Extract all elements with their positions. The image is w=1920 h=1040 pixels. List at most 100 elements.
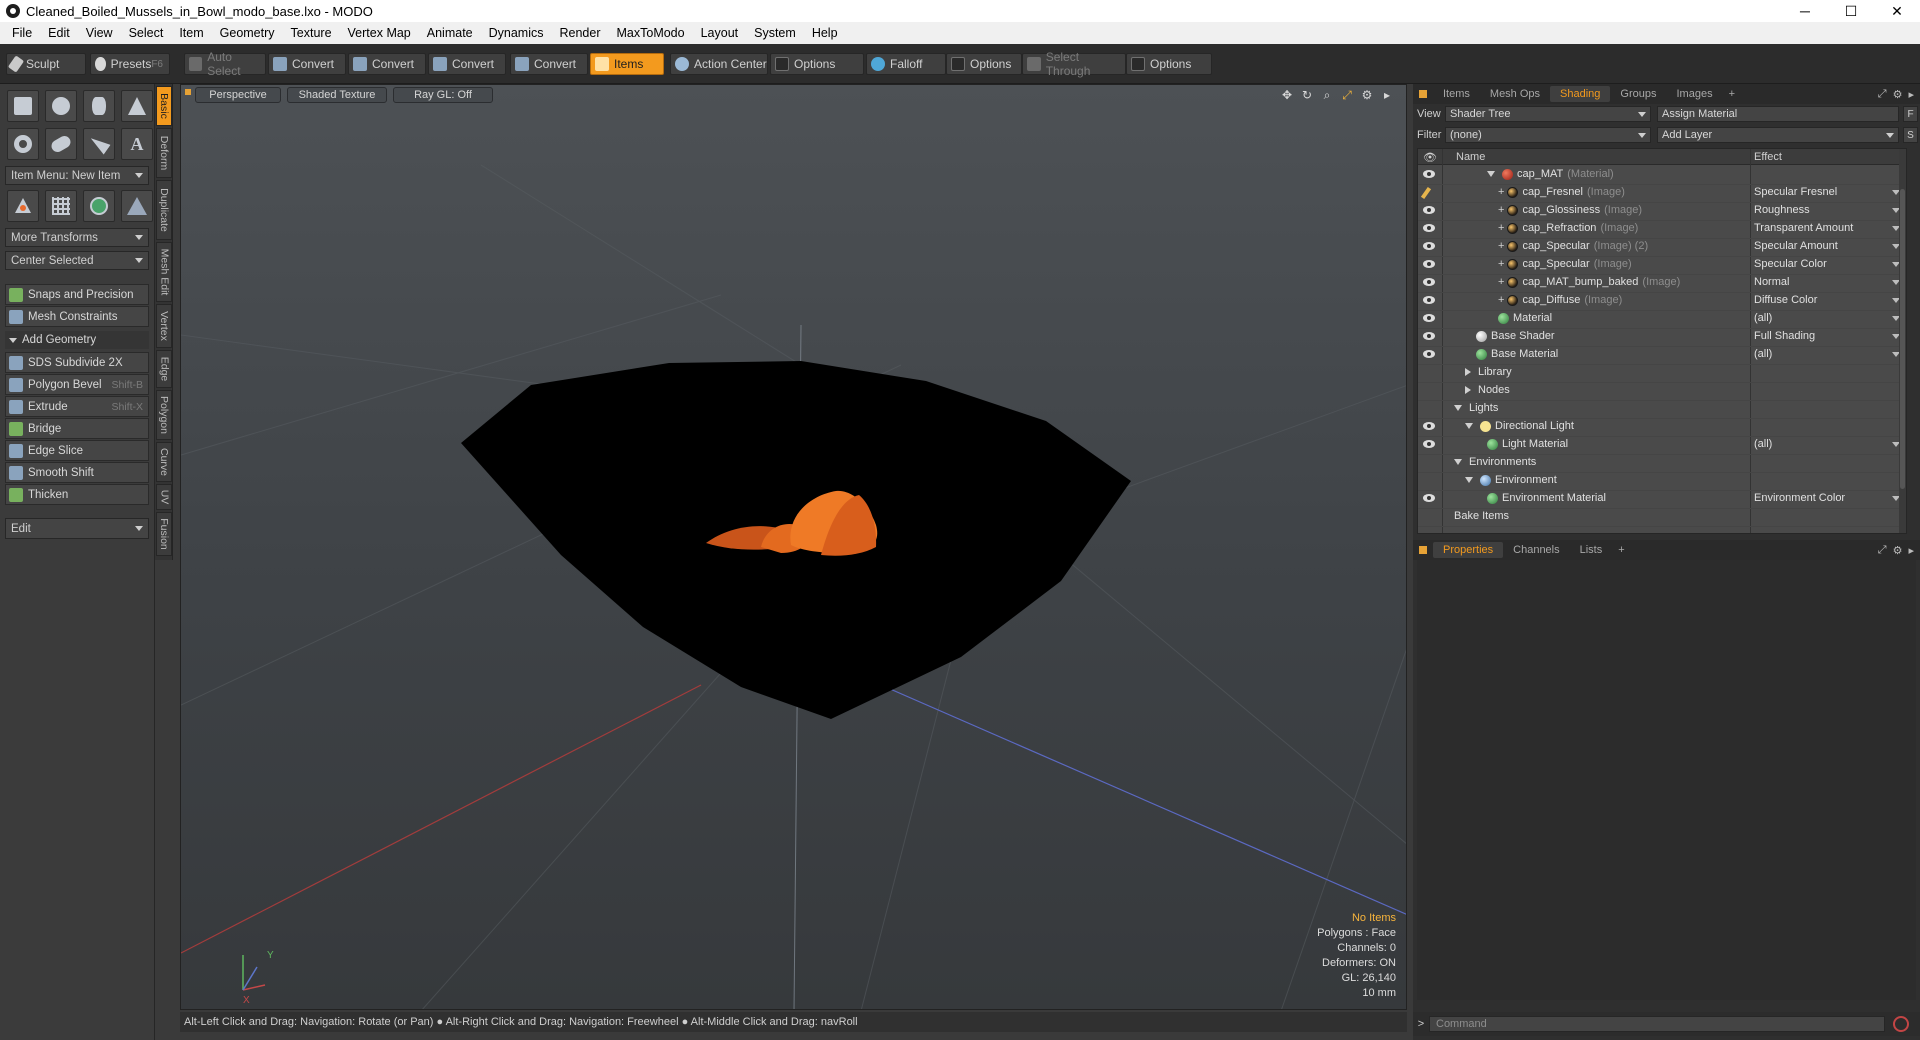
- panel-expand-icon[interactable]: ▸: [1908, 544, 1914, 557]
- menu-select[interactable]: Select: [121, 26, 172, 40]
- torus-tool[interactable]: [7, 128, 39, 160]
- eye-icon[interactable]: [1423, 440, 1435, 448]
- menu-system[interactable]: System: [746, 26, 804, 40]
- expand-arrow-icon[interactable]: ▸: [1380, 88, 1394, 102]
- f-button[interactable]: F: [1903, 106, 1918, 122]
- eye-icon[interactable]: [1423, 314, 1435, 322]
- raygl-button[interactable]: Ray GL: Off: [393, 87, 493, 103]
- effect-dropdown[interactable]: Specular Amount: [1754, 240, 1904, 252]
- maximize-button[interactable]: ☐: [1828, 0, 1874, 22]
- shader-tree-row[interactable]: Material (all): [1418, 310, 1906, 328]
- grid-tool[interactable]: [45, 190, 77, 222]
- tab-basic[interactable]: Basic: [156, 86, 172, 126]
- expand-plus-icon[interactable]: +: [1498, 294, 1504, 306]
- expand-plus-icon[interactable]: +: [1498, 186, 1504, 198]
- panel-menu-icon[interactable]: [1419, 90, 1427, 98]
- shader-tree-row[interactable]: Lights: [1418, 400, 1906, 418]
- effect-dropdown[interactable]: Specular Color: [1754, 258, 1904, 270]
- chevron-down-icon[interactable]: [1487, 171, 1495, 177]
- add-tab-icon[interactable]: +: [1612, 542, 1630, 558]
- menu-render[interactable]: Render: [552, 26, 609, 40]
- cylinder-tool[interactable]: [83, 90, 115, 122]
- panel-gear-icon[interactable]: ⚙: [1893, 88, 1903, 101]
- shader-tree-row[interactable]: Base Material (all): [1418, 346, 1906, 364]
- shader-tree-row[interactable]: Library: [1418, 364, 1906, 382]
- tab-shading[interactable]: Shading: [1550, 86, 1611, 102]
- capsule-tool[interactable]: [45, 128, 77, 160]
- tab-groups[interactable]: Groups: [1610, 86, 1666, 102]
- column-effect[interactable]: Effect: [1754, 151, 1782, 163]
- record-macro-icon[interactable]: [1893, 1016, 1909, 1032]
- effect-dropdown[interactable]: Transparent Amount: [1754, 222, 1904, 234]
- menu-maxtomodo[interactable]: MaxToModo: [609, 26, 693, 40]
- minimize-button[interactable]: ─: [1782, 0, 1828, 22]
- effect-dropdown[interactable]: Environment Color: [1754, 492, 1904, 504]
- chevron-right-icon[interactable]: [1465, 368, 1471, 376]
- shader-tree-row[interactable]: + cap_Refraction (Image) Transparent Amount: [1418, 220, 1906, 238]
- shader-tree-row[interactable]: Environment: [1418, 472, 1906, 490]
- expand-plus-icon[interactable]: +: [1498, 204, 1504, 216]
- eye-icon[interactable]: [1423, 494, 1435, 502]
- properties-menu-icon[interactable]: [1419, 546, 1427, 554]
- auto-select-button[interactable]: Auto Select: [184, 50, 266, 78]
- shader-tree-row[interactable]: Nodes: [1418, 382, 1906, 400]
- shader-tree-row[interactable]: Bake Items: [1418, 508, 1906, 526]
- edit-dropdown[interactable]: Edit: [5, 518, 149, 539]
- eye-icon[interactable]: [1423, 260, 1435, 268]
- eye-icon[interactable]: [1423, 422, 1435, 430]
- menu-animate[interactable]: Animate: [419, 26, 481, 40]
- convert-polygons-button[interactable]: Convert: [428, 53, 506, 75]
- shading-mode-button[interactable]: Shaded Texture: [287, 87, 387, 103]
- tab-items[interactable]: Items: [1433, 86, 1480, 102]
- effect-dropdown[interactable]: (all): [1754, 438, 1904, 450]
- action-center-button[interactable]: Action Center: [670, 53, 768, 75]
- menu-item[interactable]: Item: [171, 26, 211, 40]
- expand-plus-icon[interactable]: +: [1498, 222, 1504, 234]
- effect-dropdown[interactable]: (all): [1754, 348, 1904, 360]
- pen-tool[interactable]: [83, 128, 115, 160]
- expand-plus-icon[interactable]: +: [1498, 240, 1504, 252]
- expand-plus-icon[interactable]: +: [1498, 258, 1504, 270]
- eye-icon[interactable]: [1423, 170, 1435, 178]
- shader-tree-row[interactable]: + cap_Specular (Image) Specular Color: [1418, 256, 1906, 274]
- eye-icon[interactable]: [1423, 296, 1435, 304]
- chevron-down-icon[interactable]: [1465, 423, 1473, 429]
- chevron-down-icon[interactable]: [1454, 405, 1462, 411]
- orbit-icon[interactable]: ↻: [1300, 88, 1314, 102]
- shader-tree-row[interactable]: + cap_MAT_bump_baked (Image) Normal: [1418, 274, 1906, 292]
- tab-deform[interactable]: Deform: [156, 128, 172, 178]
- zoom-icon[interactable]: ⌕: [1320, 88, 1334, 102]
- cone-tool[interactable]: [121, 90, 153, 122]
- eye-icon[interactable]: [1423, 242, 1435, 250]
- shader-tree-row[interactable]: cap_MAT (Material): [1418, 166, 1906, 184]
- tab-lists[interactable]: Lists: [1570, 542, 1613, 558]
- extrude-button[interactable]: Extrude Shift-X: [5, 396, 149, 417]
- chevron-right-icon[interactable]: [1465, 386, 1471, 394]
- view-dropdown[interactable]: Shader Tree: [1445, 106, 1651, 122]
- s-button[interactable]: S: [1903, 127, 1918, 143]
- shader-tree-row[interactable]: Light Material (all): [1418, 436, 1906, 454]
- tab-images[interactable]: Images: [1667, 86, 1723, 102]
- convert-materials-button[interactable]: Convert: [510, 53, 588, 75]
- tab-vertex[interactable]: Vertex: [156, 304, 172, 348]
- shader-tree-row[interactable]: + cap_Specular (Image) (2) Specular Amount: [1418, 238, 1906, 256]
- shader-tree-row[interactable]: + cap_Fresnel (Image) Specular Fresnel: [1418, 184, 1906, 202]
- effect-dropdown[interactable]: Normal: [1754, 276, 1904, 288]
- menu-geometry[interactable]: Geometry: [212, 26, 283, 40]
- falloff-button[interactable]: Falloff: [866, 53, 946, 75]
- eye-icon[interactable]: [1423, 350, 1435, 358]
- eye-icon[interactable]: [1423, 206, 1435, 214]
- cube-tool[interactable]: [7, 90, 39, 122]
- chevron-down-icon[interactable]: [1454, 459, 1462, 465]
- eye-icon[interactable]: [1423, 224, 1435, 232]
- mesh-constraints-button[interactable]: Mesh Constraints: [5, 306, 149, 327]
- effect-dropdown[interactable]: Roughness: [1754, 204, 1904, 216]
- tab-mesh-ops[interactable]: Mesh Ops: [1480, 86, 1550, 102]
- add-geometry-header[interactable]: Add Geometry: [5, 331, 149, 349]
- shader-tree-row[interactable]: Base Shader Full Shading: [1418, 328, 1906, 346]
- action-center-options-button[interactable]: Options: [770, 53, 864, 75]
- items-mode-button[interactable]: Items: [590, 53, 664, 75]
- effect-dropdown[interactable]: (all): [1754, 312, 1904, 324]
- bridge-button[interactable]: Bridge: [5, 418, 149, 439]
- maximize-panel-icon[interactable]: ⤢: [1878, 544, 1887, 557]
